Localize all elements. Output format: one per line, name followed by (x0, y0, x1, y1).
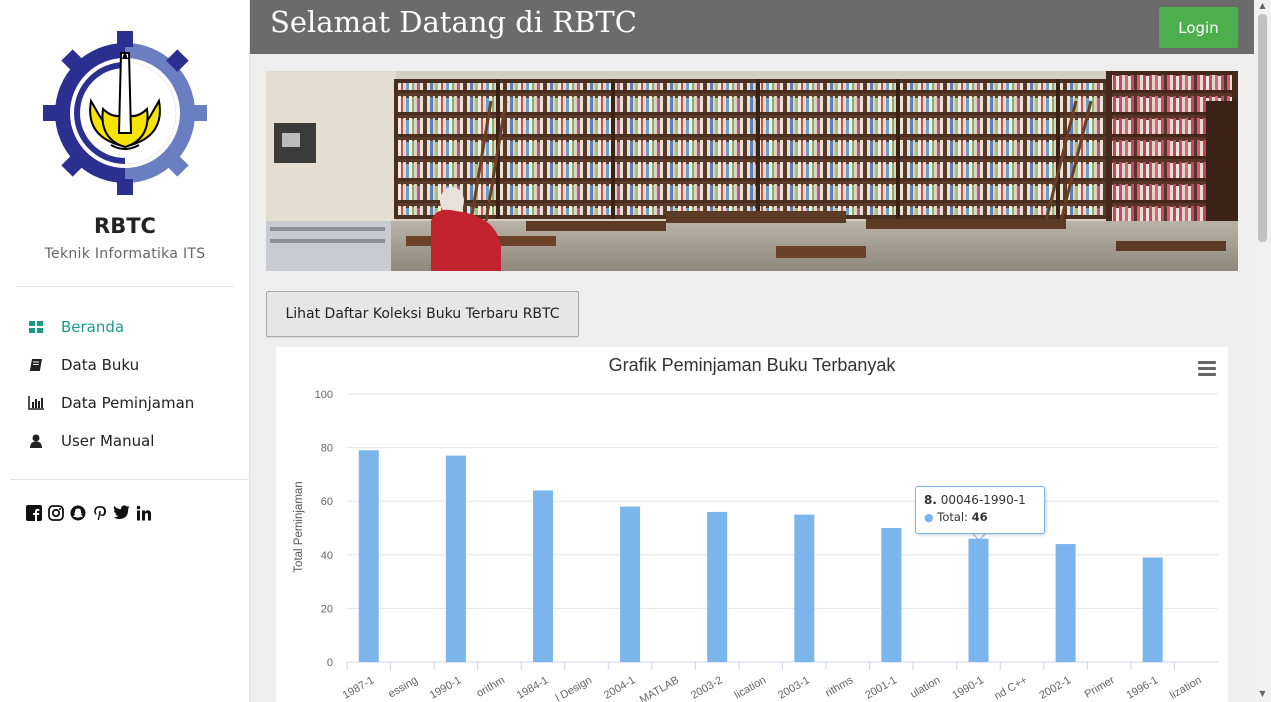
instagram-icon[interactable] (47, 504, 64, 521)
sidebar-item-label: User Manual (61, 432, 155, 450)
x-tick-label: 2003-1 (776, 674, 812, 702)
sidebar-item-data-buku[interactable]: Data Buku (0, 346, 250, 384)
sidebar-item-label: Beranda (61, 318, 125, 336)
tooltip-series-dot-icon: ● (924, 511, 934, 524)
brand-name: RBTC (94, 214, 156, 238)
scroll-up-arrow-icon[interactable]: ▲ (1254, 0, 1271, 12)
page-scrollbar[interactable]: ▲ ▼ (1254, 0, 1271, 702)
book-icon (27, 356, 45, 374)
tooltip-series: Total (937, 510, 965, 524)
chart-canvas: Grafik Peminjaman Buku Terbanyak Total P… (293, 355, 1218, 702)
y-tick-label: 100 (315, 389, 333, 401)
tooltip-name: 00046-1990-1 (940, 493, 1026, 507)
user-icon (27, 432, 45, 450)
x-tick-label: 2003-2 (689, 674, 725, 702)
x-tick-label: lization (1168, 674, 1204, 702)
chart-bar[interactable] (532, 490, 553, 662)
chart-bar[interactable] (358, 450, 379, 662)
chart-bar[interactable] (445, 455, 466, 662)
y-tick-label: 0 (327, 657, 333, 669)
pinterest-icon[interactable] (91, 504, 108, 521)
chart-bar[interactable] (620, 506, 641, 662)
brand-subtitle: Teknik Informatika ITS (44, 246, 206, 262)
y-tick-label: 60 (321, 496, 333, 508)
sidebar-item-user-manual[interactable]: User Manual (0, 422, 250, 460)
tooltip-index: 8. (924, 493, 937, 507)
login-button[interactable]: Login (1159, 7, 1238, 48)
divider (16, 286, 234, 287)
chart-title: Grafik Peminjaman Buku Terbanyak (609, 355, 897, 375)
x-tick-label: Primer (1083, 674, 1117, 701)
sidebar: RBTC Teknik Informatika ITS Beranda Data… (0, 0, 250, 702)
bar-chart-icon (27, 394, 45, 412)
sidebar-item-beranda[interactable]: Beranda (0, 308, 250, 346)
x-tick-label: ulation (908, 674, 942, 701)
x-tick-label: 2001-1 (863, 674, 899, 702)
scroll-thumb[interactable] (1258, 14, 1267, 242)
sidebar-nav: Beranda Data Buku Data Peminjaman User M… (0, 308, 250, 460)
library-banner-image (266, 71, 1238, 271)
social-links (25, 504, 152, 521)
dashboard-icon (27, 318, 45, 336)
x-tick-label: 1996-1 (1125, 674, 1161, 702)
chart-bar[interactable] (1142, 557, 1163, 662)
chart-bar[interactable] (968, 538, 989, 662)
borrowing-chart: Grafik Peminjaman Buku Terbanyak Total P… (276, 347, 1228, 702)
x-tick-label: 1990-1 (428, 674, 464, 702)
x-tick-label: rithms (823, 674, 855, 700)
chart-bar[interactable] (707, 511, 728, 662)
x-tick-label: nd C++ (992, 674, 1029, 702)
x-tick-label: essing (386, 674, 420, 700)
x-tick-label: 1990-1 (950, 674, 986, 702)
x-tick-label: 2004-1 (602, 674, 638, 702)
x-tick-label: 1987-1 (341, 674, 377, 702)
linkedin-icon[interactable] (135, 504, 152, 521)
its-logo (43, 31, 207, 195)
chart-menu-icon[interactable] (1198, 361, 1216, 377)
sidebar-item-label: Data Peminjaman (61, 394, 195, 412)
chart-bar[interactable] (881, 528, 902, 662)
y-axis-label: Total Peminjaman (293, 481, 305, 572)
y-tick-label: 20 (321, 603, 333, 615)
tooltip-value: 46 (971, 510, 988, 524)
chart-tooltip: 8. 00046-1990-1 ● Total: 46 (915, 486, 1045, 534)
x-tick-label: lication (733, 674, 769, 702)
snapchat-icon[interactable] (69, 504, 86, 521)
x-tick-label: l Design (554, 674, 594, 702)
view-collection-button[interactable]: Lihat Daftar Koleksi Buku Terbaru RBTC (266, 291, 579, 337)
page-title: Selamat Datang di RBTC (270, 5, 637, 39)
x-tick-label: orithm (474, 674, 506, 700)
chart-bar[interactable] (1055, 544, 1076, 662)
twitter-icon[interactable] (113, 504, 130, 521)
sidebar-item-data-peminjaman[interactable]: Data Peminjaman (0, 384, 250, 422)
x-tick-label: MATLAB (638, 674, 681, 702)
x-tick-label: 1984-1 (515, 674, 551, 702)
facebook-icon[interactable] (25, 504, 42, 521)
y-tick-label: 80 (321, 443, 333, 455)
x-tick-label: 2002-1 (1037, 674, 1073, 702)
divider (10, 479, 250, 480)
chart-bar[interactable] (794, 514, 815, 662)
sidebar-item-label: Data Buku (61, 356, 140, 374)
top-header: Selamat Datang di RBTC Login (250, 0, 1254, 54)
scroll-down-arrow-icon[interactable]: ▼ (1254, 688, 1271, 700)
y-tick-label: 40 (321, 550, 333, 562)
